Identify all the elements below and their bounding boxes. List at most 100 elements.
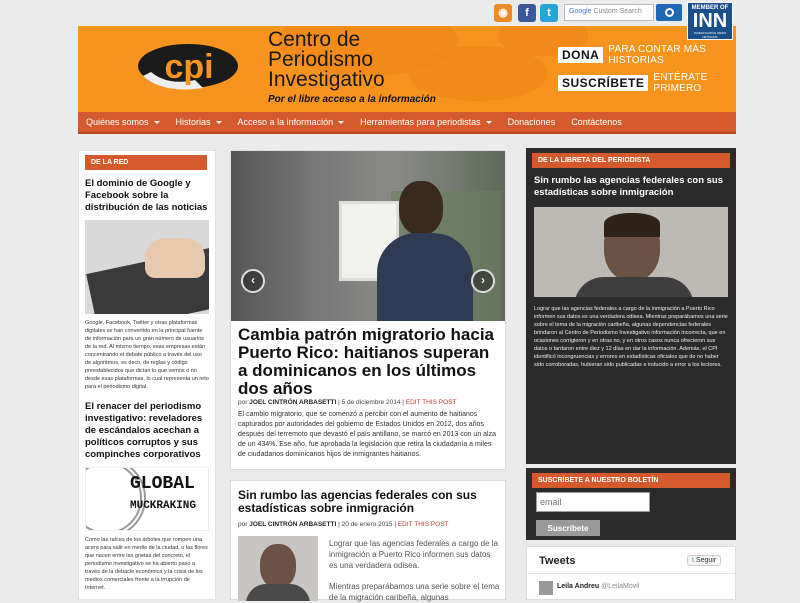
article-byline: por JOEL CINTRÓN ARBASETTI | 20 de enero… [238,521,500,528]
person-head-shape [260,544,296,588]
site-title-line: Centro de [268,28,361,51]
nav-item-donaciones[interactable]: Donaciones [500,112,564,132]
newsletter-box: SUSCRÍBETE A NUESTRO BOLETÍN Suscríbete [526,468,736,540]
article-image[interactable] [534,207,728,297]
article-excerpt: Lograr que las agencias federales a carg… [329,539,498,570]
section-label: SUSCRÍBETE A NUESTRO BOLETÍN [532,473,730,488]
main-content: ‹ › Cambia patrón migratorio hacia Puert… [230,150,506,602]
slider-prev-button[interactable]: ‹ [241,269,265,293]
chevron-down-icon [153,120,160,124]
nav-item-acceso[interactable]: Acceso a la información [230,112,353,132]
site-title-line: Periodismo [268,48,374,71]
site-title-line: Investigativo [268,68,385,91]
nav-item-quienes-somos[interactable]: Quiénes somos [78,112,168,132]
article-excerpt: Como las raíces de los árboles que rompe… [85,537,208,591]
site-header: cpi Centro de Periodismo Investigativo P… [78,26,736,112]
featured-title[interactable]: Cambia patrón migratorio hacia Puerto Ri… [238,326,500,398]
logo-text: cpi [164,48,213,86]
main-nav: Quiénes somos Historias Acceso a la info… [78,112,736,134]
byline-prefix: por [238,399,248,406]
nav-label: Historias [175,117,211,127]
person-body-shape [377,233,473,321]
article-title[interactable]: El renacer del periodismo investigativo:… [85,401,209,461]
nav-label: Herramientas para periodistas [360,117,481,127]
twitter-icon: t [692,557,694,564]
tweet-handle: @LeilaMovil [601,583,640,590]
chevron-down-icon [338,120,345,124]
cpi-logo[interactable]: cpi [133,36,253,94]
subscribe-link[interactable]: SUSCRÍBETE ENTÉRATE PRIMERO [558,72,736,94]
featured-slider: ‹ › Cambia patrón migratorio hacia Puert… [230,150,506,470]
nav-label: Donaciones [507,117,556,127]
search-brand: Google [569,8,592,15]
inn-line2: INN [692,10,728,32]
byline-prefix: por [238,521,248,528]
featured-excerpt: El cambio migratorio, que se comenzó a p… [238,411,496,458]
article-title[interactable]: Sin rumbo las agencias federales con sus… [534,175,728,199]
subscribe-text: ENTÉRATE PRIMERO [653,72,708,94]
rss-icon[interactable]: ◉ [494,4,512,22]
article-thumbnail[interactable] [238,536,318,601]
subscribe-button[interactable]: Suscríbete [536,520,600,536]
article-title[interactable]: Sin rumbo las agencias federales con sus… [238,489,500,515]
tweet-user[interactable]: Leila Andreu @LeilaMovil [557,583,639,590]
article-excerpt: Lograr que las agencias federales a carg… [534,306,728,368]
nav-label: Quiénes somos [86,117,149,127]
divider [527,573,735,574]
tweet-user-name: Leila Andreu [557,583,600,590]
person-head-shape [399,181,443,235]
edit-post-link[interactable]: EDIT THIS POST [398,521,449,528]
nav-label: Acceso a la información [237,117,334,127]
search-placeholder: Custom Search [593,8,642,15]
donate-label: DONA [558,47,604,63]
hand-shape [145,238,205,278]
subscribe-label: SUSCRÍBETE [558,75,649,91]
follow-label: Seguir [695,557,717,564]
chevron-down-icon [485,120,492,124]
article-image-keyboard[interactable] [85,220,209,314]
article-card: Sin rumbo las agencias federales con sus… [230,480,506,602]
featured-photo[interactable]: ‹ › [231,151,505,321]
nav-item-herramientas[interactable]: Herramientas para periodistas [352,112,500,132]
right-sidebar: DE LA LIBRETA DEL PERIODISTA Sin rumbo l… [526,148,736,600]
twitter-widget: Tweets t Seguir Leila Andreu @LeilaMovil [526,546,736,600]
search-input[interactable]: Google Custom Search [564,4,654,21]
inn-line3: INVESTIGATIVE NEWS NETWORK [693,31,727,39]
donate-link[interactable]: DONA PARA CONTAR MÁS HISTORIAS [558,44,736,66]
twitter-icon[interactable]: t [540,4,558,22]
site-title[interactable]: Centro de Periodismo Investigativo [268,28,385,91]
featured-byline: por JOEL CINTRÓN ARBASETTI | 5 de diciem… [238,399,500,406]
avatar[interactable] [539,581,553,595]
author-link[interactable]: JOEL CINTRÓN ARBASETTI [249,399,336,406]
top-bar: ◉ f t Google Custom Search MEMBER OF INN… [0,0,800,40]
chevron-down-icon [215,120,222,124]
edit-post-link[interactable]: EDIT THIS POST [406,399,457,406]
tweets-title: Tweets [539,555,576,567]
image-text-muckraking: MUCKRAKING [130,500,197,512]
article-excerpt: Google, Facebook, Twitter y otras plataf… [85,320,209,390]
article-image-global-muckraking[interactable]: GLOBAL MUCKRAKING [85,467,209,531]
left-sidebar: DE LA RED El dominio de Google y Faceboo… [78,150,216,600]
tagline: Por el libre acceso a la información [268,94,436,105]
section-label: DE LA LIBRETA DEL PERIODISTA [532,153,730,168]
donate-text: PARA CONTAR MÁS HISTORIAS [608,44,706,66]
section-label: DE LA RED [85,155,207,170]
nav-item-contactenos[interactable]: Contáctenos [563,112,630,132]
article-title[interactable]: El dominio de Google y Facebook sobre la… [85,178,209,214]
post-date: | 5 de diciembre 2014 | [338,399,404,406]
email-field[interactable] [536,492,650,512]
person-body-shape [246,584,310,601]
nav-item-historias[interactable]: Historias [168,112,230,132]
author-link[interactable]: JOEL CINTRÓN ARBASETTI [249,521,336,528]
person-hair-shape [604,213,660,237]
image-text-global: GLOBAL [130,474,195,494]
post-date: | 20 de enero 2015 | [338,521,397,528]
facebook-icon[interactable]: f [518,4,536,22]
nav-label: Contáctenos [571,117,622,127]
slider-next-button[interactable]: › [471,269,495,293]
inn-member-badge[interactable]: MEMBER OF INN INVESTIGATIVE NEWS NETWORK [687,2,733,40]
journalist-notebook: DE LA LIBRETA DEL PERIODISTA Sin rumbo l… [526,148,736,464]
search-button[interactable] [656,4,682,21]
follow-button[interactable]: t Seguir [687,555,722,566]
person-body-shape [574,277,694,297]
